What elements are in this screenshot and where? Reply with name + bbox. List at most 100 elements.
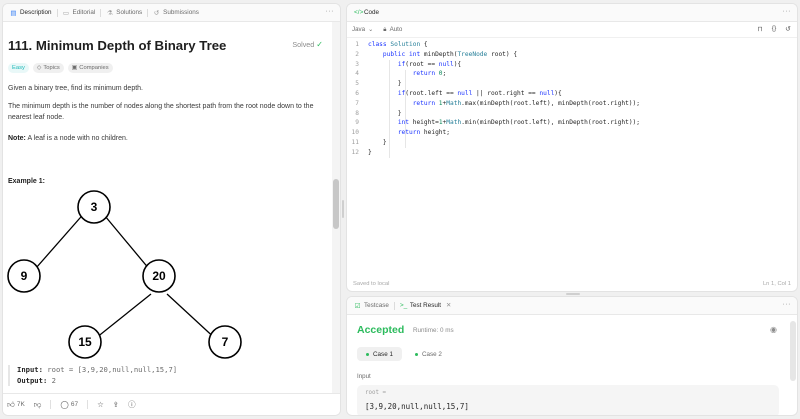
description-scrollbar-thumb[interactable]	[333, 179, 339, 229]
tree-node-label: 7	[222, 335, 229, 349]
checkbox-icon: ☑	[354, 302, 361, 310]
tab-divider	[393, 301, 395, 310]
code-tab-bar: </> Code ···	[347, 4, 797, 22]
terminal-icon: >_	[399, 302, 408, 309]
code-line-text: public int minDepth(TreeNode root) {	[382, 50, 518, 58]
code-line-text: if(root.left == null || root.right == nu…	[397, 89, 562, 97]
tab-submissions[interactable]: ↺ Submissions	[150, 9, 202, 17]
example-heading: Example 1:	[8, 178, 45, 185]
more-options-icon[interactable]: ···	[326, 8, 335, 15]
case-2-tab[interactable]: Case 2	[406, 347, 451, 361]
description-panel: ▤ Description ▭ Editorial ⚗ Solutions ↺ …	[2, 3, 341, 416]
tab-code[interactable]: </> Code	[351, 9, 382, 16]
code-panel: </> Code ··· Java ⌄ 🔒︎ Auto ⊓ {} ↺ 1 clas…	[346, 3, 798, 292]
share-icon: ⇪	[112, 400, 120, 409]
tab-description[interactable]: ▤ Description	[7, 9, 55, 17]
input-variable: root =	[365, 390, 386, 396]
tree-node-label: 9	[21, 269, 28, 283]
code-line-text: }	[368, 148, 372, 156]
left-tab-bar: ▤ Description ▭ Editorial ⚗ Solutions ↺ …	[3, 4, 340, 22]
example-tree-diagram: 3 9 20 15 7	[7, 190, 242, 359]
eye-icon[interactable]: ◉	[770, 325, 777, 334]
horizontal-resize-handle[interactable]	[566, 293, 580, 295]
editor-status-bar: Saved to local Ln 1, Col 1	[353, 281, 791, 287]
code-line-text: int height=1+Math.min(minDepth(root.left…	[397, 119, 640, 127]
code-line-text: }	[368, 138, 387, 146]
help-button[interactable]: ⓘ	[128, 399, 136, 410]
example-io: Input: root = [3,9,20,null,null,15,7] Ou…	[8, 365, 177, 386]
braces-icon[interactable]: {}	[772, 25, 777, 33]
code-editor[interactable]: 1 class Solution { 2 public int minDepth(…	[347, 40, 797, 158]
help-circle-icon: ⓘ	[128, 400, 136, 409]
example-input: root = [3,9,20,null,null,15,7]	[47, 365, 178, 374]
code-line-text: return 0;	[412, 70, 447, 78]
cursor-position: Ln 1, Col 1	[762, 281, 791, 287]
tree-node-label: 3	[91, 200, 98, 214]
tag-chips: Easy ◇ Topics ▣ Companies	[8, 63, 113, 73]
tab-test-result[interactable]: >_ Test Result ✕	[397, 302, 454, 309]
vertical-resize-handle[interactable]	[342, 200, 344, 218]
chevron-down-icon: ⌄	[368, 26, 374, 33]
code-line: 8 }	[355, 109, 402, 117]
footer-divider	[50, 400, 52, 409]
close-icon[interactable]: ✕	[446, 302, 451, 309]
note-text: Note: A leaf is a node with no children.	[8, 135, 128, 142]
tag-icon: ◇	[36, 65, 42, 71]
tab-solutions[interactable]: ⚗ Solutions	[103, 9, 145, 17]
more-options-icon[interactable]: ···	[783, 8, 792, 15]
footer-divider	[87, 400, 89, 409]
code-line: 9 int height=1+Math.min(minDepth(root.le…	[355, 119, 640, 127]
code-toolbar: Java ⌄ 🔒︎ Auto ⊓ {} ↺	[347, 22, 797, 38]
result-status: Accepted	[357, 324, 405, 336]
language-select[interactable]: Java ⌄	[352, 26, 373, 33]
lock-icon: ▣	[71, 65, 78, 71]
lock-icon: 🔒︎	[383, 25, 387, 33]
runtime-text: Runtime: 0 ms	[413, 327, 454, 334]
input-heading: Input	[357, 373, 371, 380]
code-line-text: return height;	[397, 129, 450, 137]
code-line-text: if(root == null){	[397, 60, 462, 68]
test-panel: ☑ Testcase >_ Test Result ✕ ··· Accepted…	[346, 296, 798, 416]
tab-testcase[interactable]: ☑ Testcase	[351, 302, 392, 310]
case-1-tab[interactable]: Case 1	[357, 347, 402, 361]
code-line: 1 class Solution {	[355, 41, 428, 48]
description-text: Given a binary tree, find its minimum de…	[8, 85, 144, 92]
tab-divider	[147, 8, 149, 17]
test-scrollbar[interactable]	[790, 321, 796, 381]
star-icon: ☆	[97, 400, 104, 409]
dislike-button[interactable]: 👎︎	[34, 400, 42, 410]
code-line: 4 return 0;	[355, 70, 447, 78]
comment-icon: ◯	[60, 400, 69, 409]
editor-actions: ⊓ {} ↺	[757, 25, 791, 33]
comments-button[interactable]: ◯ 67	[60, 400, 78, 409]
more-options-icon[interactable]: ···	[783, 301, 792, 308]
example-output: 2	[51, 375, 56, 385]
description-footer: 👍︎ 7K 👎︎ ◯ 67 ☆ ⇪ ⓘ	[3, 393, 340, 415]
reset-icon[interactable]: ↺	[785, 25, 791, 33]
code-line: 6 if(root.left == null || root.right == …	[355, 89, 562, 97]
history-icon: ↺	[153, 9, 160, 17]
code-line-text: }	[368, 109, 402, 117]
problem-title: 111. Minimum Depth of Binary Tree	[8, 38, 227, 53]
auto-mode-toggle[interactable]: 🔒︎ Auto	[383, 26, 402, 34]
code-line: 11 }	[351, 138, 387, 146]
input-value: [3,9,20,null,null,15,7]	[365, 402, 469, 411]
code-line-text: return 1+Math.max(minDepth(root.left), m…	[412, 99, 640, 107]
tab-editorial[interactable]: ▭ Editorial	[60, 9, 99, 17]
topics-button[interactable]: ◇ Topics	[32, 63, 64, 73]
code-line-text: class Solution {	[368, 41, 428, 48]
like-button[interactable]: 👍︎ 7K	[7, 400, 25, 410]
difficulty-badge: Easy	[8, 63, 29, 73]
share-button[interactable]: ⇪	[113, 400, 119, 409]
tab-divider	[100, 8, 102, 17]
thumbs-down-icon: 👎︎	[33, 399, 42, 409]
tree-node-label: 20	[152, 269, 166, 283]
test-tab-bar: ☑ Testcase >_ Test Result ✕ ···	[347, 297, 797, 315]
companies-button[interactable]: ▣ Companies	[67, 63, 113, 73]
document-icon: ▤	[10, 9, 17, 17]
solved-status: Solved ✓	[292, 40, 323, 49]
favorite-button[interactable]: ☆	[97, 400, 104, 409]
thumbs-up-icon: 👍︎	[7, 399, 15, 409]
bookmark-icon[interactable]: ⊓	[757, 25, 762, 33]
code-line: 7 return 1+Math.max(minDepth(root.left),…	[355, 99, 640, 107]
